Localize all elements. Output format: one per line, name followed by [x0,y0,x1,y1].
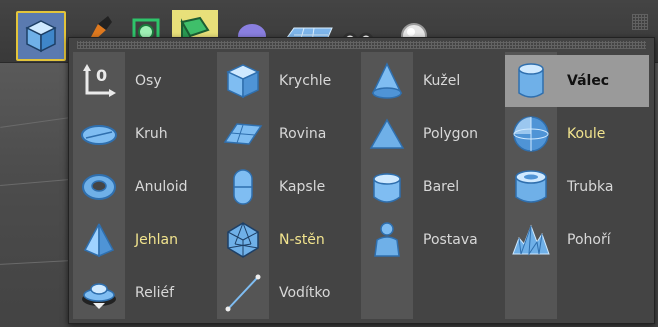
menu-item-koule[interactable]: Koule [505,108,645,160]
axis-icon: 0 [73,55,125,107]
menu-item-trubka[interactable]: Trubka [505,161,645,213]
guide-icon [217,267,269,319]
tube-icon [505,161,557,213]
primitive-object-palette: 0 Osy Kruh Anuloid Jehlan Reliéf Krychle… [68,37,655,324]
palette-grip[interactable] [77,41,646,49]
menu-item-valec[interactable]: Válec [505,55,649,107]
menu-item-kruh[interactable]: Kruh [73,108,213,160]
cube-icon[interactable] [16,11,66,61]
menu-item-postava[interactable]: Postava [361,214,501,266]
oil-tank-icon [361,161,413,213]
menu-item-pohori[interactable]: Pohoří [505,214,645,266]
plane-icon [217,108,269,160]
relief-icon [73,267,125,319]
menu-item-rovina[interactable]: Rovina [217,108,357,160]
menu-item-voditko[interactable]: Vodítko [217,267,357,319]
capsule-icon [217,161,269,213]
menu-item-relief[interactable]: Reliéf [73,267,213,319]
torus-icon [73,161,125,213]
cube-icon [217,55,269,107]
menu-item-osy[interactable]: 0 Osy [73,55,213,107]
menu-item-n-sten[interactable]: N-stěn [217,214,357,266]
menu-item-jehlan[interactable]: Jehlan [73,214,213,266]
menu-item-polygon[interactable]: Polygon [361,108,501,160]
sphere-icon [505,108,557,160]
menu-item-barel[interactable]: Barel [361,161,501,213]
menu-item-krychle[interactable]: Krychle [217,55,357,107]
cone-icon [361,55,413,107]
svg-text:0: 0 [96,66,107,85]
landscape-icon [505,214,557,266]
pyramid-icon [73,214,125,266]
menu-item-anuloid[interactable]: Anuloid [73,161,213,213]
cylinder-icon [505,55,557,107]
figure-icon [361,214,413,266]
polyhedron-icon [217,214,269,266]
polygon-icon [361,108,413,160]
menu-item-kapsle[interactable]: Kapsle [217,161,357,213]
toolbar-grip[interactable] [632,14,648,30]
disc-icon [73,108,125,160]
menu-item-kuzel[interactable]: Kužel [361,55,501,107]
